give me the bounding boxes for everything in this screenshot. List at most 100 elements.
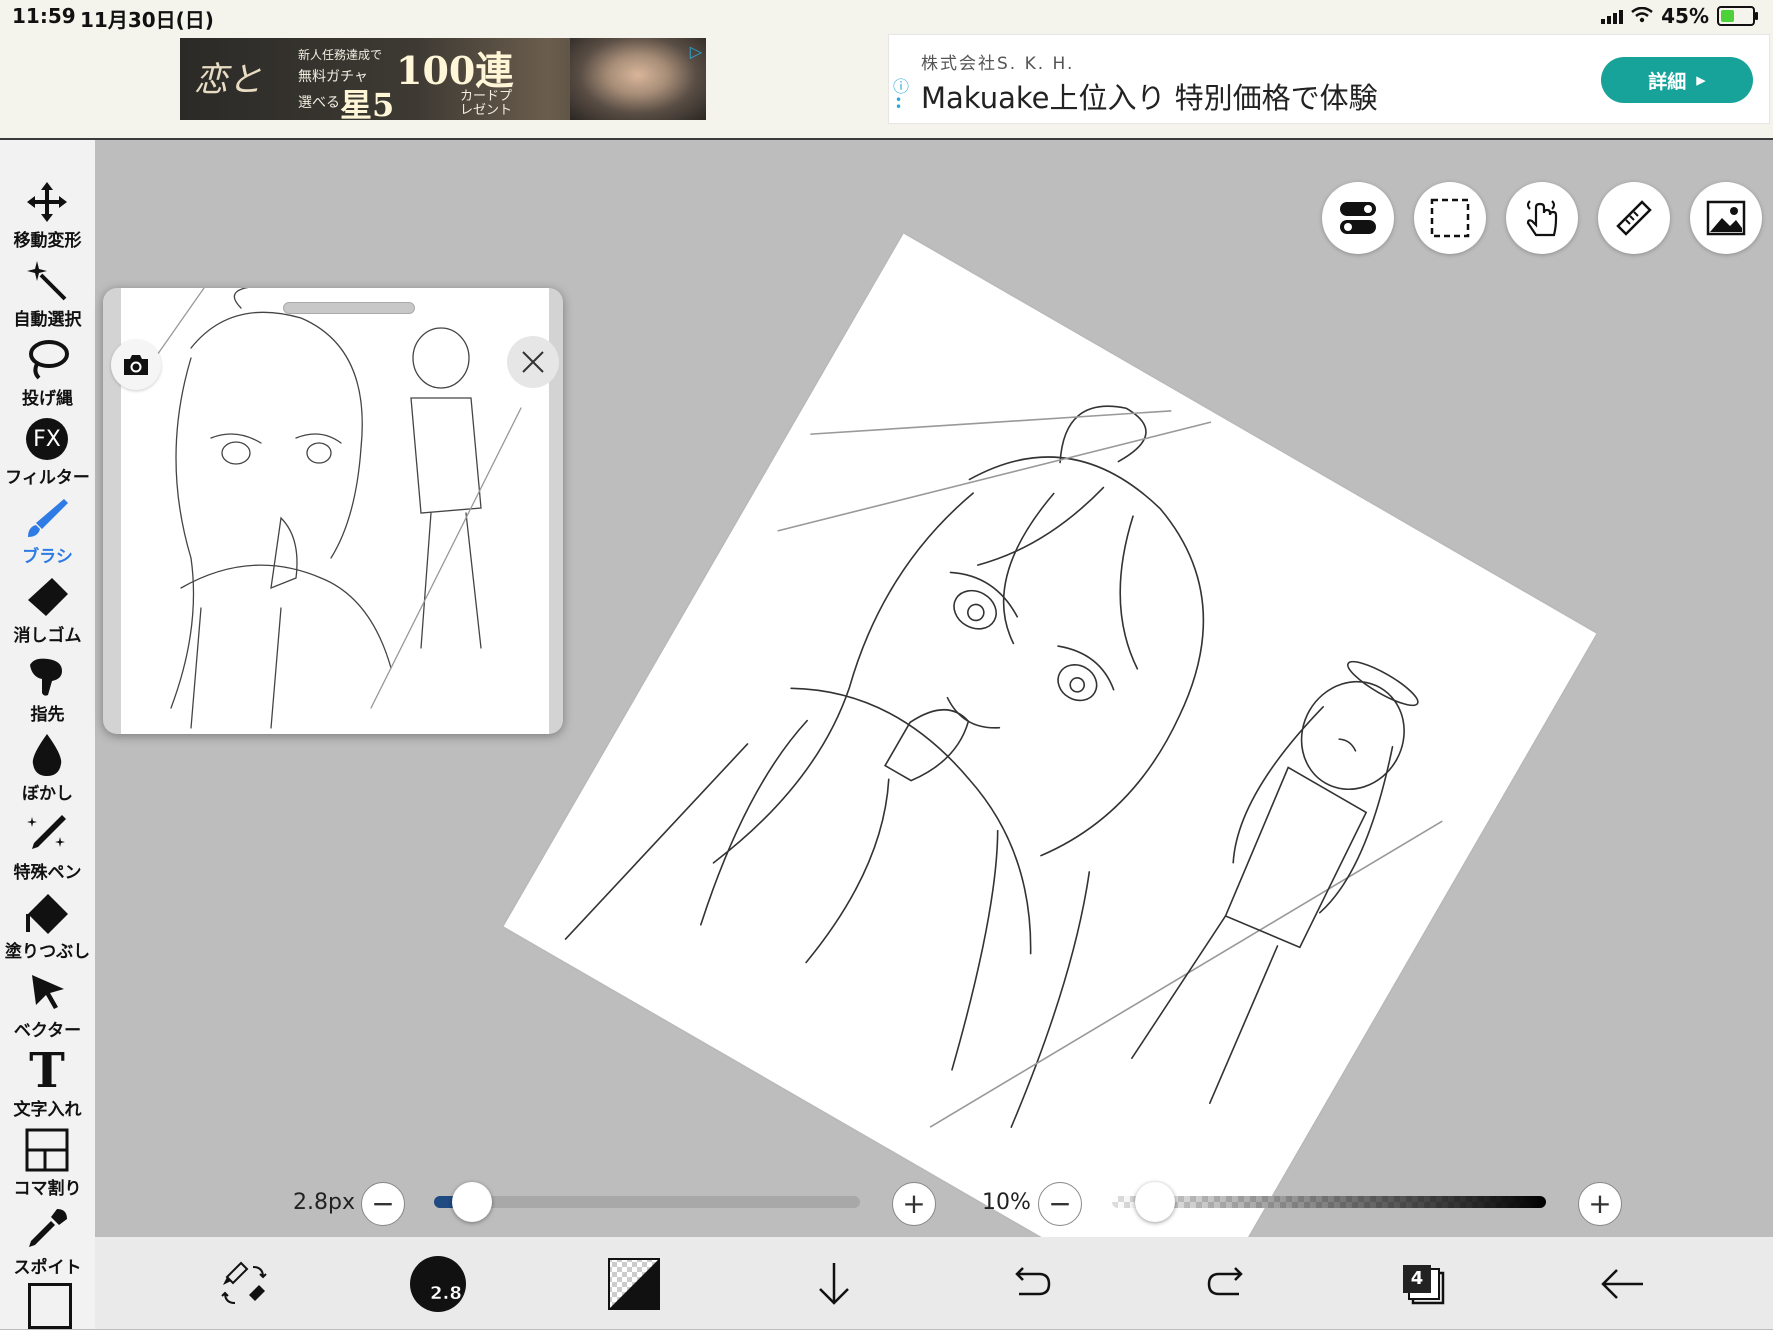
ad-banner-makuake[interactable]: ⓘ • • 株式会社S. K. H. Makuake上位入り 特別価格で体験 詳細… [888, 34, 1770, 124]
tool-special-pen[interactable]: 特殊ペン [0, 810, 95, 888]
camera-button[interactable] [111, 340, 161, 390]
more-dots-icon[interactable]: • • [895, 94, 902, 113]
redo-button[interactable] [1196, 1252, 1260, 1316]
redo-icon [1207, 1267, 1243, 1296]
tool-label: 消しゴム [13, 626, 82, 646]
tool-text[interactable]: T 文字入れ [0, 1047, 95, 1125]
opacity-minus-button[interactable]: − [1038, 1182, 1082, 1226]
ad-headline: 100連 [396, 48, 514, 93]
navigator-drag-handle[interactable] [283, 302, 415, 314]
adchoices-icon[interactable]: ▷ [690, 42, 702, 61]
ad-headline: 星5 [340, 86, 395, 120]
top-bar: 11:59 11月30日(日) 45% 恋と 新人任務達成で 無料ガチャ 100… [0, 0, 1773, 140]
panel-divide-icon [22, 1126, 72, 1174]
ad-banner-game[interactable]: 恋と 新人任務達成で 無料ガチャ 100連 選べる 星5 カードプレゼント ▷ [180, 38, 706, 120]
tool-finger[interactable]: 指先 [0, 652, 95, 730]
ad-logo: 恋と [194, 60, 262, 100]
move-icon [22, 178, 72, 226]
tool-label: 特殊ペン [13, 863, 82, 883]
navigator-sketch [140, 288, 522, 729]
tool-label: コマ割り [13, 1179, 82, 1199]
swap-pen-eraser-icon [221, 1261, 267, 1304]
tool-eyedropper[interactable]: スポイト [0, 1205, 95, 1283]
image-button[interactable] [1690, 182, 1762, 254]
ad-text: 新人任務達成で [298, 48, 383, 62]
touch-button[interactable] [1506, 182, 1578, 254]
brush-icon [22, 494, 72, 542]
tool-label: スポイト [13, 1258, 82, 1278]
vector-cursor-icon [22, 968, 72, 1016]
tool-auto-select[interactable]: 自動選択 [0, 257, 95, 335]
magic-wand-icon [22, 257, 72, 305]
tool-label: 移動変形 [13, 231, 82, 251]
selection-button[interactable] [1414, 182, 1486, 254]
tool-label: 投げ縄 [22, 389, 73, 409]
tool-label: 文字入れ [13, 1100, 82, 1120]
ad-detail-label: 詳細 [1648, 70, 1687, 93]
opacity-knob[interactable] [1135, 1182, 1175, 1222]
tool-filter[interactable]: FX フィルター [0, 415, 95, 493]
navigator-close-button[interactable] [507, 336, 559, 388]
canvas-tool-icon[interactable] [28, 1283, 72, 1329]
back-button[interactable] [1590, 1252, 1654, 1316]
battery-fill [1721, 10, 1734, 22]
plus-icon: + [1588, 1187, 1612, 1220]
color-secondary-button[interactable] [602, 1252, 666, 1316]
brush-size-knob[interactable] [452, 1182, 492, 1222]
plus-icon: + [902, 1187, 926, 1220]
selection-icon [1430, 198, 1470, 238]
tool-brush[interactable]: ブラシ [0, 494, 95, 572]
download-button[interactable] [802, 1252, 866, 1316]
brush-size-slider[interactable] [434, 1196, 860, 1208]
opacity-label: 10% [982, 1190, 1031, 1215]
play-arrow-icon: ▸ [1696, 69, 1706, 91]
arrow-left-icon [1601, 1269, 1643, 1299]
swap-tool-button[interactable] [212, 1252, 276, 1316]
tool-label: ベクター [13, 1021, 82, 1041]
layer-count: 4 [1403, 1265, 1431, 1293]
opacity-slider[interactable] [1112, 1196, 1546, 1208]
tool-fill[interactable]: 塗りつぶし [0, 889, 95, 967]
wifi-icon [1631, 4, 1653, 28]
minus-icon: − [1048, 1187, 1072, 1220]
drawing-canvas[interactable] [503, 233, 1597, 1327]
brush-size-plus-button[interactable]: + [892, 1182, 936, 1226]
minus-icon: − [371, 1187, 395, 1220]
tool-sidebar: 移動変形 自動選択 投げ縄 FX フィルター ブラシ 消しゴム 指先 ぼかし 特… [0, 140, 95, 1329]
ad-headline: Makuake上位入り 特別価格で体験 [921, 81, 1378, 115]
tool-eraser[interactable]: 消しゴム [0, 573, 95, 651]
toggle-button[interactable] [1322, 182, 1394, 254]
tool-lasso[interactable]: 投げ縄 [0, 336, 95, 414]
tool-vector[interactable]: ベクター [0, 968, 95, 1046]
opacity-plus-button[interactable]: + [1578, 1182, 1622, 1226]
navigator-panel[interactable] [103, 288, 563, 734]
image-icon [1706, 200, 1746, 236]
ad-detail-button[interactable]: 詳細 ▸ [1601, 57, 1753, 103]
tool-label: 自動選択 [13, 310, 82, 330]
touch-icon [1526, 200, 1558, 237]
ad-company: 株式会社S. K. H. [921, 54, 1075, 74]
tool-panel-divide[interactable]: コマ割り [0, 1126, 95, 1204]
ruler-button[interactable] [1598, 182, 1670, 254]
status-indicators: 45% [1601, 4, 1758, 28]
camera-icon [124, 355, 148, 375]
lasso-icon [22, 336, 72, 384]
eyedropper-icon [22, 1205, 72, 1253]
tool-label: ブラシ [22, 547, 73, 567]
special-pen-icon [22, 810, 72, 858]
undo-button[interactable] [998, 1252, 1062, 1316]
navigator-thumbnail [121, 288, 549, 734]
sketch-artwork [564, 405, 1443, 1128]
tool-label: フィルター [5, 468, 90, 488]
bottom-toolbar [95, 1237, 1773, 1329]
tool-move-transform[interactable]: 移動変形 [0, 178, 95, 256]
blur-drop-icon [22, 731, 72, 779]
text-tool-glyph: T [29, 1043, 65, 1099]
ad-character-image [570, 38, 706, 120]
ruler-icon [1616, 200, 1652, 236]
brush-size-label: 2.8px [293, 1190, 355, 1215]
text-tool-icon: T [22, 1047, 72, 1095]
tool-blur[interactable]: ぼかし [0, 731, 95, 809]
brush-size-minus-button[interactable]: − [361, 1182, 405, 1226]
fill-bucket-icon [22, 889, 72, 937]
